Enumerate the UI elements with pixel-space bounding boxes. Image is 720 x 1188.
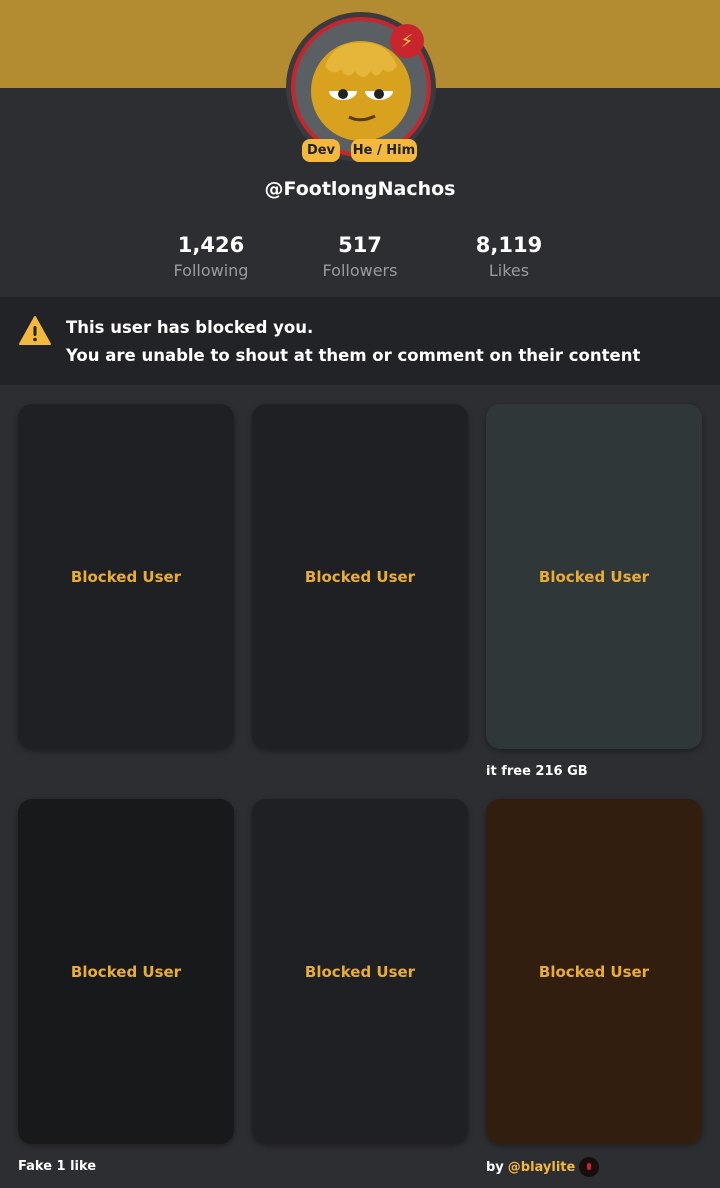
content-card[interactable]: Blocked User	[486, 404, 702, 749]
stat-likes[interactable]: 8,119 Likes	[444, 232, 574, 284]
stat-followers[interactable]: 517 Followers	[295, 232, 425, 284]
lightning-bolt-icon: ⚡	[390, 24, 424, 58]
stat-label: Likes	[488, 261, 530, 280]
author-handle-link[interactable]: @blaylite	[508, 1160, 576, 1175]
stat-value: 1,426	[177, 233, 245, 257]
blocked-notice: This user has blocked you. You are unabl…	[0, 297, 720, 385]
content-card[interactable]: Blocked User	[18, 404, 234, 749]
stat-label: Following	[173, 261, 249, 280]
author-avatar[interactable]	[579, 1157, 600, 1177]
content-card[interactable]: Blocked User	[486, 799, 702, 1144]
caption-prefix: by	[486, 1159, 504, 1175]
blocked-notice-detail: You are unable to shout at them or comme…	[66, 346, 641, 365]
card-caption-author: by @blaylite	[486, 1157, 600, 1177]
content-card[interactable]: Blocked User	[18, 799, 234, 1144]
card-caption: Fake 1 like	[18, 1159, 97, 1174]
stat-label: Followers	[322, 261, 398, 280]
card-caption: it free 216 GB	[486, 764, 588, 779]
stat-value: 8,119	[475, 233, 543, 257]
blocked-notice-title: This user has blocked you.	[66, 318, 314, 337]
pronouns-tag: He / Him	[351, 139, 417, 162]
username: @FootlongNachos	[264, 178, 456, 200]
stat-value: 517	[338, 233, 382, 257]
stat-following[interactable]: 1,426 Following	[146, 232, 276, 284]
warning-icon	[19, 316, 51, 345]
content-card[interactable]: Blocked User	[252, 404, 468, 749]
dev-tag: Dev	[302, 139, 340, 162]
content-card[interactable]: Blocked User	[252, 799, 468, 1144]
